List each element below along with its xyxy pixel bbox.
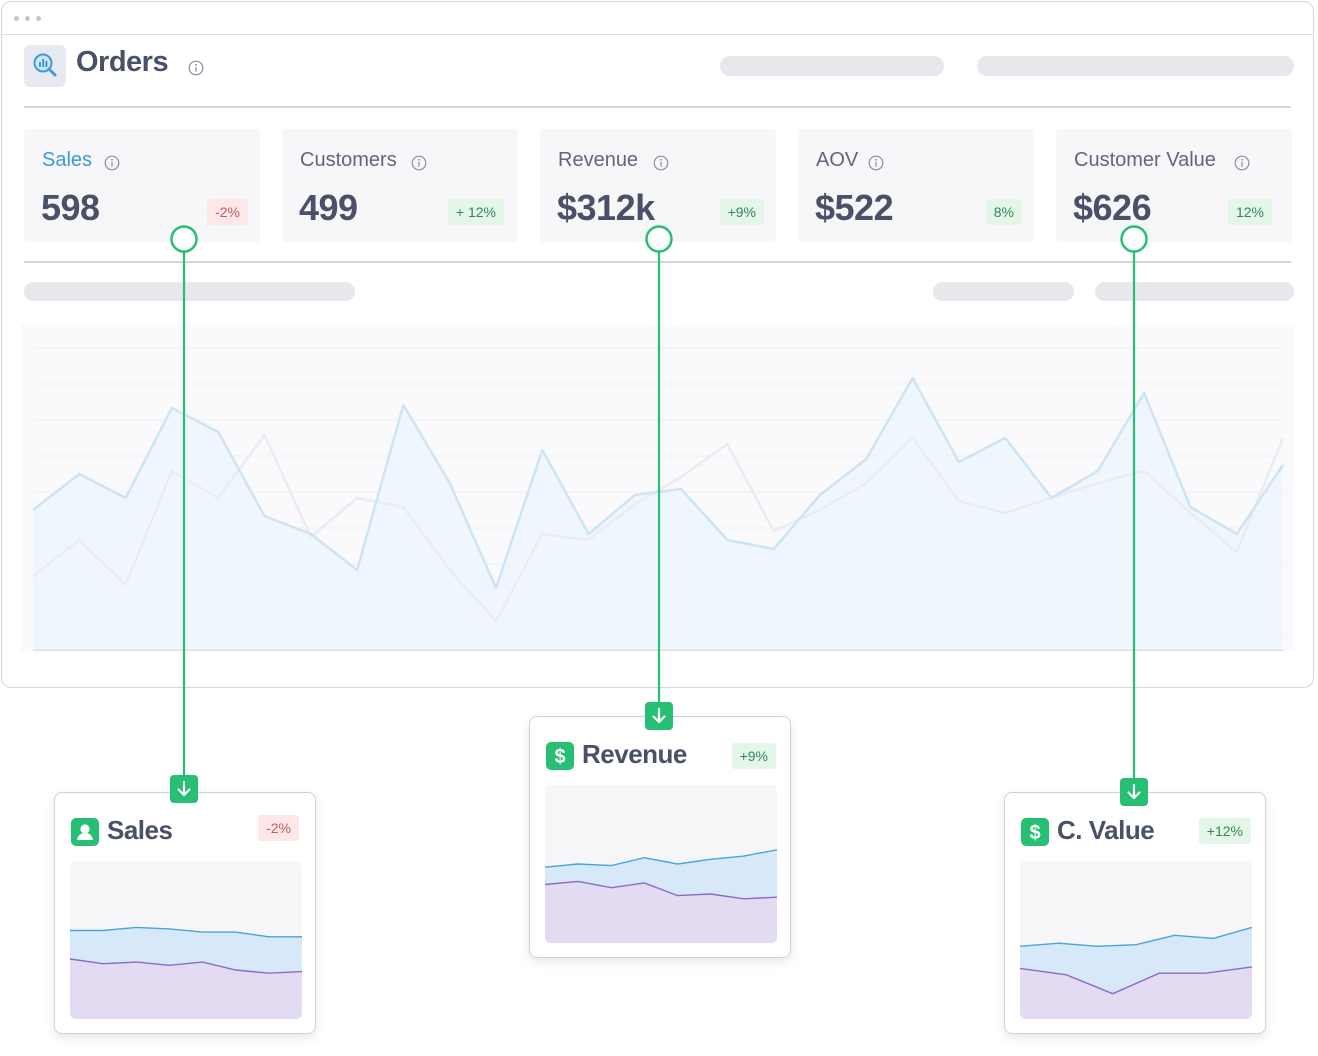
toolbar-placeholder <box>977 56 1294 76</box>
toolbar-placeholder <box>720 56 944 76</box>
change-badge: + 12% <box>447 199 504 225</box>
orders-line-chart <box>21 325 1295 652</box>
change-badge: +9% <box>731 743 776 769</box>
info-icon[interactable] <box>653 155 669 176</box>
chart-search-icon <box>24 45 66 87</box>
filter-placeholder <box>1095 282 1294 301</box>
change-badge: +12% <box>1198 818 1251 844</box>
svg-text:$: $ <box>554 746 565 768</box>
card-title: C. Value <box>1057 815 1155 845</box>
kpi-card-aov[interactable]: AOV $522 8% <box>798 129 1034 242</box>
summary-card-customer-value[interactable]: $ C. Value +12% <box>1004 792 1266 1034</box>
card-title: Revenue <box>582 739 687 769</box>
svg-text:$: $ <box>1029 822 1040 844</box>
info-icon[interactable] <box>104 155 120 176</box>
kpi-label: Revenue <box>558 149 639 171</box>
kpi-label: AOV <box>816 149 859 171</box>
summary-card-revenue[interactable]: $ Revenue +9% <box>529 716 791 958</box>
kpi-card-customer-value[interactable]: Customer Value $626 12% <box>1056 129 1292 242</box>
arrow-down-icon <box>645 702 673 730</box>
kpi-value: $522 <box>815 187 894 228</box>
page-title: Orders <box>76 46 169 78</box>
window-dot[interactable] <box>25 16 30 21</box>
change-badge: -2% <box>207 199 248 225</box>
change-badge: 8% <box>985 199 1022 225</box>
kpi-divider <box>24 261 1291 263</box>
window-dot[interactable] <box>36 16 41 21</box>
kpi-label: Customers <box>300 149 397 171</box>
dollar-icon: $ <box>546 742 574 770</box>
info-icon[interactable] <box>411 155 427 176</box>
kpi-card-revenue[interactable]: Revenue $312k +9% <box>540 129 776 242</box>
kpi-value: $626 <box>1073 187 1152 228</box>
window-titlebar <box>2 2 1313 35</box>
filter-placeholder <box>933 282 1074 301</box>
change-badge: 12% <box>1227 199 1272 225</box>
kpi-label: Customer Value <box>1074 149 1216 171</box>
mini-chart <box>545 785 777 943</box>
header-divider <box>24 106 1291 108</box>
window-dot[interactable] <box>14 16 19 21</box>
info-icon[interactable] <box>188 60 204 81</box>
info-icon[interactable] <box>1234 155 1250 176</box>
mini-chart <box>1020 861 1252 1019</box>
kpi-label: Sales <box>42 149 93 171</box>
summary-card-sales[interactable]: Sales -2% <box>54 792 316 1034</box>
dollar-icon: $ <box>1021 818 1049 846</box>
arrow-down-icon <box>170 775 198 803</box>
orders-window: Orders Sales 598 -2% Customers 499 + 12%… <box>1 1 1314 688</box>
user-icon <box>71 818 99 846</box>
kpi-value: $312k <box>557 187 655 228</box>
kpi-value: 598 <box>41 187 100 228</box>
kpi-card-customers[interactable]: Customers 499 + 12% <box>282 129 518 242</box>
kpi-value: 499 <box>299 187 358 228</box>
info-icon[interactable] <box>868 155 884 176</box>
filter-placeholder <box>24 282 355 301</box>
card-title: Sales <box>107 815 173 845</box>
mini-chart <box>70 861 302 1019</box>
change-badge: -2% <box>258 815 299 841</box>
kpi-card-sales[interactable]: Sales 598 -2% <box>24 129 260 242</box>
change-badge: +9% <box>719 199 764 225</box>
arrow-down-icon <box>1120 778 1148 806</box>
